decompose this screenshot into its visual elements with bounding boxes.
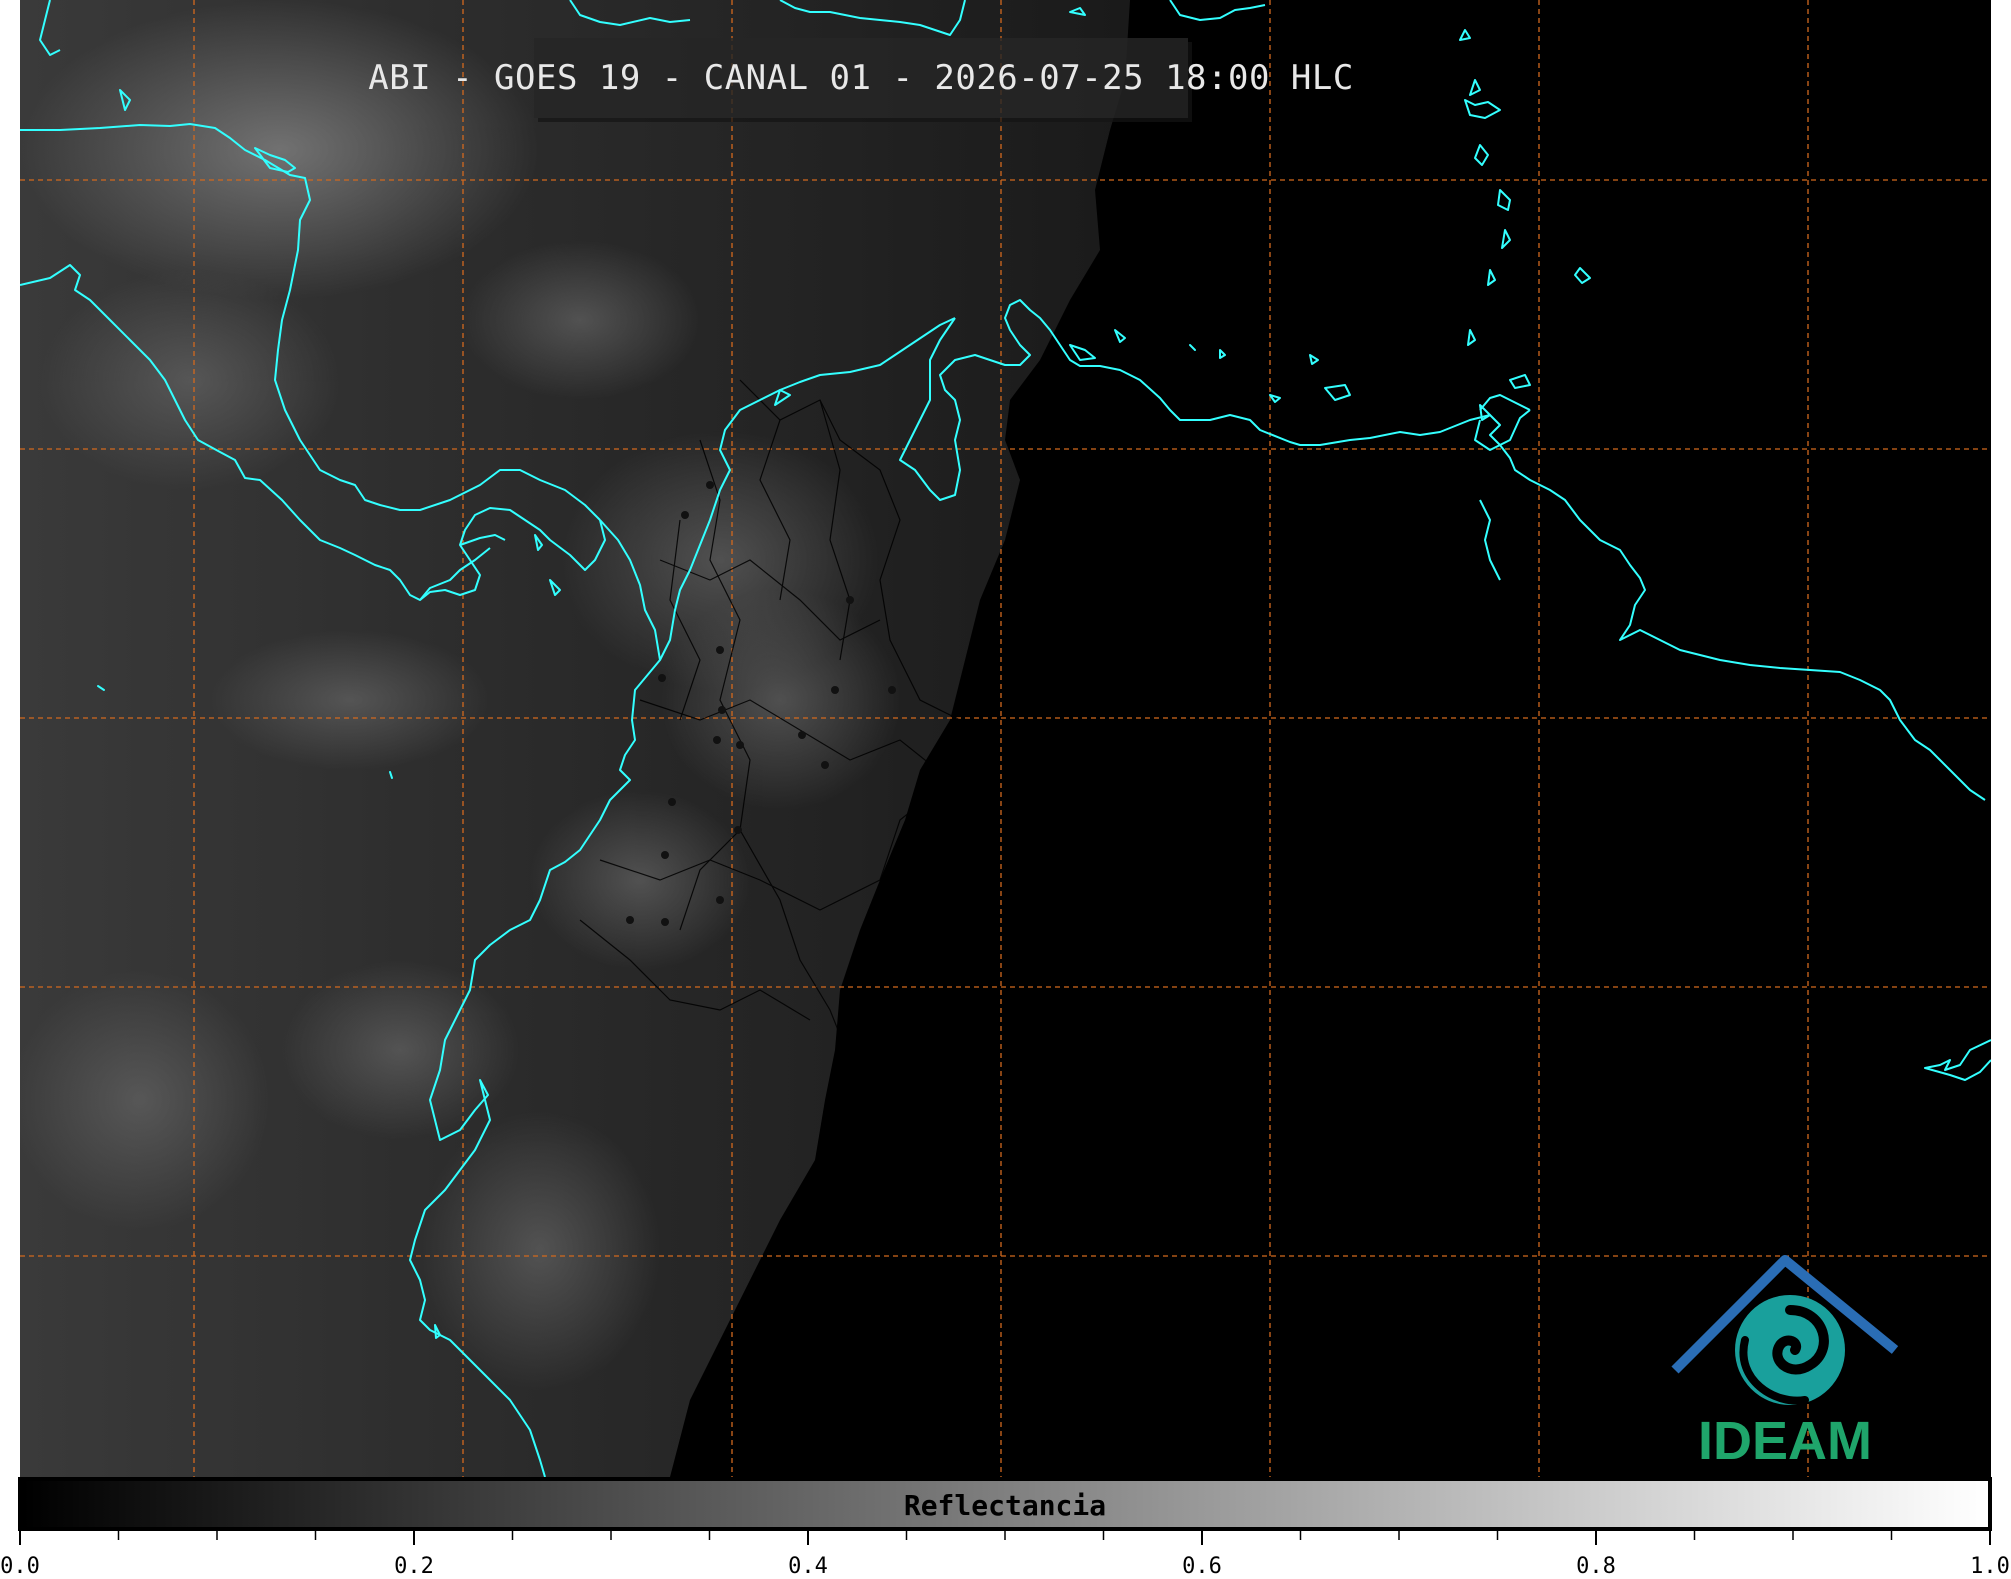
colorbar-tick-label: 0.8 — [1576, 1554, 1616, 1579]
ideam-logo-mark — [1671, 1255, 1899, 1405]
ideam-logo: IDEAM — [1665, 1250, 1905, 1475]
title-box: ABI - GOES 19 - CANAL 01 - 2026-07-25 18… — [368, 38, 1353, 118]
colorbar-label: Reflectancia — [903, 1489, 1107, 1522]
colorbar-tick-label: 1.0 — [1970, 1554, 2010, 1579]
colorbar-tick-label: 0.2 — [394, 1554, 434, 1579]
colorbar: Reflectancia — [18, 1477, 1992, 1531]
satellite-map[interactable]: ABI - GOES 19 - CANAL 01 - 2026-07-25 18… — [20, 0, 1991, 1477]
colorbar-tick-label: 0.4 — [788, 1554, 828, 1579]
colorbar-tick-label: 0.0 — [0, 1554, 40, 1579]
colorbar-tick-label: 0.6 — [1182, 1554, 1222, 1579]
page-title: ABI - GOES 19 - CANAL 01 - 2026-07-25 18… — [368, 58, 1354, 98]
colorbar-ticks — [19, 1531, 1991, 1545]
logo-text: IDEAM — [1698, 1411, 1872, 1471]
